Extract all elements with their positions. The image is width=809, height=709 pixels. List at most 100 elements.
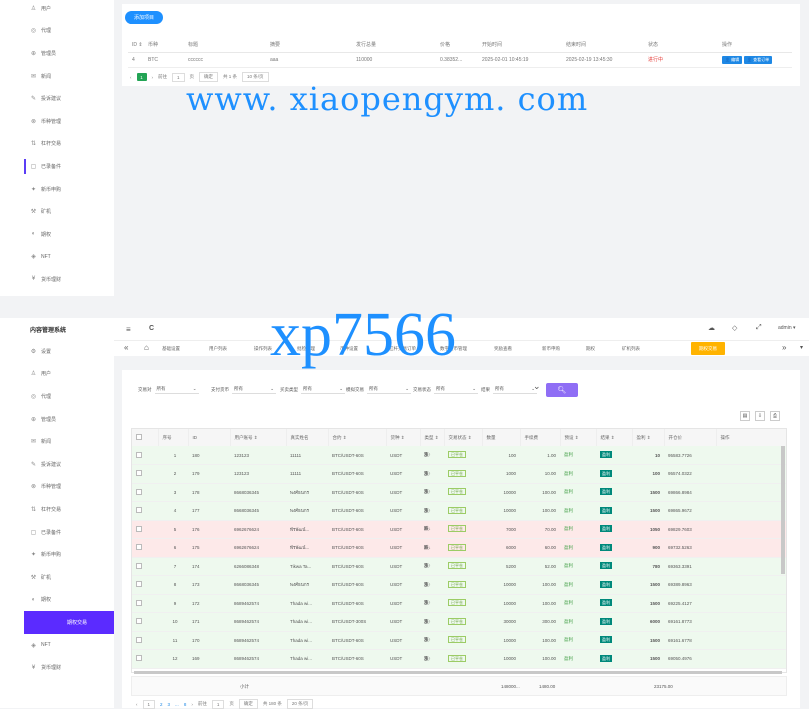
pager-page[interactable]: 3 [168, 702, 171, 707]
filter-select[interactable]: 所有 ⌄ [493, 385, 537, 394]
tab-item[interactable]: 期权 [586, 344, 595, 354]
sidebar-item[interactable]: ✦ 新币申购 [0, 178, 114, 201]
column-header[interactable]: 手续费 [520, 429, 561, 446]
tabs-right-icon[interactable]: » [782, 343, 786, 352]
row-checkbox[interactable] [136, 507, 142, 514]
row-checkbox[interactable] [136, 618, 142, 625]
column-header[interactable]: ID ⇕ [128, 38, 144, 53]
filter-select[interactable]: 所有 ⌄ [434, 385, 478, 394]
row-actions[interactable] [716, 612, 786, 632]
fullscreen-icon[interactable]: ⤢ [756, 324, 762, 332]
vertical-scrollbar[interactable] [781, 446, 785, 574]
row-actions[interactable] [716, 594, 786, 613]
home-icon[interactable]: ⌂ [144, 343, 149, 352]
filter-select[interactable]: 所有 ⌄ [301, 385, 345, 394]
row-actions[interactable] [716, 649, 786, 669]
column-header[interactable]: 结束时间 [562, 38, 644, 53]
row-actions[interactable] [716, 557, 786, 576]
sidebar-item[interactable]: ⊕ 管理员 [0, 42, 114, 65]
table-row[interactable]: 11 170 8689462574 Thada wi... BTC/USDT-60S US… [132, 631, 786, 650]
menu-icon[interactable]: ≡ [126, 325, 131, 334]
sidebar-item[interactable]: ⊕ 管理员 [0, 408, 114, 431]
tab-item[interactable]: 用户列表 [209, 344, 227, 354]
tabs-left-icon[interactable]: « [124, 343, 128, 352]
edit-button[interactable]: 👤 编辑 [722, 55, 743, 64]
column-header[interactable]: 操作 [718, 38, 792, 53]
sidebar-item[interactable]: ⊗ 币种管理 [0, 110, 114, 133]
row-actions[interactable] [716, 631, 786, 650]
goto-input[interactable]: 1 [211, 699, 225, 709]
sidebar-item[interactable]: ◎ 代理 [0, 20, 114, 43]
row-actions[interactable] [716, 575, 786, 595]
table-row[interactable]: 2 179 123123 11111 BTC/USDT-60S USDT 涨↑ 已平仓 1000… [132, 464, 786, 484]
sidebar-item[interactable]: ✉ 新闻 [0, 65, 114, 88]
sidebar-item[interactable]: ⇅ 杠杆交易 [0, 133, 114, 156]
column-header[interactable]: 交易状态 ⇕ [444, 429, 483, 446]
column-header[interactable]: 开始时间 [478, 38, 562, 53]
refresh-icon[interactable]: C [149, 325, 154, 332]
row-checkbox[interactable] [136, 599, 142, 606]
sidebar-item[interactable]: ⊗ 币种管理 [0, 476, 114, 499]
search-button[interactable]: 🔍︎ [546, 383, 578, 397]
pager-prev[interactable]: ‹ [136, 702, 138, 707]
sidebar-item[interactable]: ⚒ 矿机 [0, 200, 114, 223]
column-header[interactable]: 货种 ⇕ [386, 429, 421, 446]
row-checkbox[interactable] [136, 525, 142, 532]
column-header[interactable] [132, 429, 159, 446]
sidebar-item[interactable]: ✎ 投诉建议 [0, 453, 114, 476]
view-orders-button[interactable]: 👤 查看订单 [744, 55, 773, 64]
sidebar-item[interactable]: ◈ NFT [0, 246, 114, 269]
row-actions[interactable] [716, 483, 786, 502]
table-row[interactable]: 10 171 8689462574 Thada wi... BTC/USDT-300S U… [132, 612, 786, 632]
row-checkbox[interactable] [136, 636, 142, 643]
table-row[interactable]: 12 169 8689462574 Thada wi... BTC/USDT-60S US… [132, 649, 786, 669]
column-header[interactable]: 类型 ⇕ [420, 429, 445, 446]
sidebar-item[interactable]: ♙ 用户 [0, 0, 114, 20]
select-all-checkbox[interactable] [136, 434, 142, 440]
column-header[interactable]: 结果 ⇕ [596, 429, 633, 446]
row-checkbox[interactable] [136, 655, 142, 662]
pager-page[interactable]: 8 [184, 702, 187, 707]
column-header[interactable]: 数量 [482, 429, 521, 446]
sidebar-item[interactable]: ¥ 货币理财 [0, 656, 114, 679]
print-icon[interactable]: ⎙ [770, 411, 780, 421]
tag-icon[interactable]: ◇ [732, 324, 737, 332]
column-header[interactable]: ID [188, 429, 231, 446]
filter-select[interactable]: 所有 ⌄ [367, 385, 411, 394]
row-checkbox[interactable] [136, 451, 142, 458]
row-checkbox[interactable] [136, 470, 142, 477]
column-header[interactable]: 盈利 ⇕ [632, 429, 665, 446]
tab-item[interactable]: 矿机列表 [622, 344, 640, 354]
table-row[interactable]: 1 180 123123 11111 BTC/USDT-60S USDT 涨↑ 已平仓 100 1… [132, 446, 786, 465]
table-row[interactable]: 6 175 6962676624 พีรพัฒน์... BTC/USDT-60S USD… [132, 538, 786, 558]
column-header[interactable]: 序号 [158, 429, 189, 446]
sidebar-item[interactable]: ✦ 新币申购 [0, 543, 114, 566]
row-checkbox[interactable] [136, 488, 142, 495]
sidebar-item[interactable]: ◐ 期权 [0, 589, 114, 612]
column-header[interactable]: 状态 [644, 38, 718, 53]
filter-select[interactable]: 所有 ⌄ [232, 385, 276, 394]
horizontal-scrollbar[interactable] [134, 671, 782, 674]
filter-icon[interactable]: ▤ [740, 411, 750, 421]
row-actions[interactable] [716, 464, 786, 484]
filter-select[interactable]: 所有 ⌄ [154, 385, 199, 394]
pager-next[interactable]: › [191, 702, 193, 707]
pager-next[interactable]: › [152, 75, 154, 80]
sidebar-item[interactable]: ✎ 投诉建议 [0, 87, 114, 110]
cloud-icon[interactable]: ☁ [708, 324, 715, 332]
row-actions[interactable] [716, 520, 786, 539]
column-header[interactable]: 摘要 [266, 38, 352, 53]
sidebar-item[interactable]: ⚙ 设置 [0, 340, 114, 363]
sidebar-item[interactable]: ⇅ 杠杆交易 [0, 498, 114, 521]
tab-item[interactable]: 基础设置 [162, 344, 180, 354]
pager-page[interactable]: 1 [142, 699, 156, 709]
table-row[interactable]: 3 178 8668036345 พงศ์ธนกร BTC/USDT-60S USDT 涨↑… [132, 483, 786, 502]
column-header[interactable]: 预设 ⇕ [560, 429, 597, 446]
column-header[interactable]: 用户账号 ⇕ [230, 429, 287, 446]
tab-item[interactable]: 期权交易 [691, 342, 725, 355]
pager-page-1[interactable]: 1 [136, 73, 147, 81]
tab-item[interactable]: 新币申购 [542, 344, 560, 354]
column-header[interactable]: 真实姓名 [286, 429, 329, 446]
sidebar-item[interactable]: ◈ NFT [0, 634, 114, 657]
sidebar-item[interactable]: ⚒ 矿机 [0, 566, 114, 589]
